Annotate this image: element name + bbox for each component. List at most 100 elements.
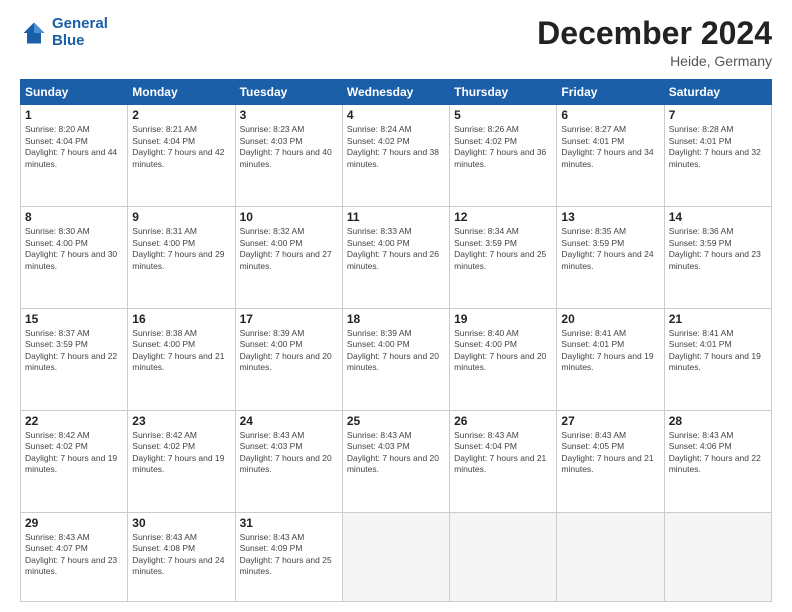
- calendar-cell: 10 Sunrise: 8:32 AMSunset: 4:00 PMDayligh…: [235, 207, 342, 309]
- calendar-cell: 19Sunrise: 8:40 AMSunset: 4:00 PMDayligh…: [450, 309, 557, 411]
- day-detail: Sunrise: 8:33 AMSunset: 4:00 PMDaylight:…: [347, 226, 439, 270]
- day-number: 14: [669, 210, 767, 224]
- day-detail: Sunrise: 8:43 AMSunset: 4:05 PMDaylight:…: [561, 430, 653, 474]
- calendar-cell: 28 Sunrise: 8:43 AMSunset: 4:06 PMDayligh…: [664, 410, 771, 512]
- day-detail: Sunrise: 8:35 AMSunset: 3:59 PMDaylight:…: [561, 226, 653, 270]
- day-number: 3: [240, 108, 338, 122]
- calendar-cell: [342, 512, 449, 601]
- calendar: Sunday Monday Tuesday Wednesday Thursday…: [20, 79, 772, 602]
- day-detail: Sunrise: 8:30 AMSunset: 4:00 PMDaylight:…: [25, 226, 117, 270]
- calendar-cell: 14 Sunrise: 8:36 AMSunset: 3:59 PMDayligh…: [664, 207, 771, 309]
- calendar-cell: 25 Sunrise: 8:43 AMSunset: 4:03 PMDayligh…: [342, 410, 449, 512]
- day-number: 26: [454, 414, 552, 428]
- day-detail: Sunrise: 8:38 AMSunset: 4:00 PMDaylight:…: [132, 328, 224, 372]
- day-detail: Sunrise: 8:28 AMSunset: 4:01 PMDaylight:…: [669, 124, 761, 168]
- day-detail: Sunrise: 8:23 AMSunset: 4:03 PMDaylight:…: [240, 124, 332, 168]
- day-number: 31: [240, 516, 338, 530]
- calendar-cell: 27Sunrise: 8:43 AMSunset: 4:05 PMDayligh…: [557, 410, 664, 512]
- calendar-cell: [557, 512, 664, 601]
- day-number: 5: [454, 108, 552, 122]
- day-detail: Sunrise: 8:42 AMSunset: 4:02 PMDaylight:…: [132, 430, 224, 474]
- day-detail: Sunrise: 8:36 AMSunset: 3:59 PMDaylight:…: [669, 226, 761, 270]
- day-detail: Sunrise: 8:41 AMSunset: 4:01 PMDaylight:…: [561, 328, 653, 372]
- day-number: 12: [454, 210, 552, 224]
- logo-text: General Blue: [52, 16, 108, 49]
- day-detail: Sunrise: 8:26 AMSunset: 4:02 PMDaylight:…: [454, 124, 546, 168]
- month-title: December 2024: [537, 16, 772, 51]
- col-sunday: Sunday: [21, 80, 128, 105]
- calendar-cell: 12Sunrise: 8:34 AMSunset: 3:59 PMDayligh…: [450, 207, 557, 309]
- day-number: 18: [347, 312, 445, 326]
- col-thursday: Thursday: [450, 80, 557, 105]
- calendar-cell: 17Sunrise: 8:39 AMSunset: 4:00 PMDayligh…: [235, 309, 342, 411]
- logo: General Blue: [20, 16, 108, 49]
- day-number: 28: [669, 414, 767, 428]
- day-detail: Sunrise: 8:43 AMSunset: 4:03 PMDaylight:…: [347, 430, 439, 474]
- day-number: 24: [240, 414, 338, 428]
- day-number: 13: [561, 210, 659, 224]
- day-number: 8: [25, 210, 123, 224]
- calendar-cell: 6 Sunrise: 8:27 AMSunset: 4:01 PMDaylight…: [557, 105, 664, 207]
- calendar-cell: 1Sunrise: 8:20 AMSunset: 4:04 PMDaylight…: [21, 105, 128, 207]
- day-number: 30: [132, 516, 230, 530]
- day-detail: Sunrise: 8:39 AMSunset: 4:00 PMDaylight:…: [240, 328, 332, 372]
- day-detail: Sunrise: 8:43 AMSunset: 4:06 PMDaylight:…: [669, 430, 761, 474]
- day-number: 25: [347, 414, 445, 428]
- calendar-cell: [450, 512, 557, 601]
- day-detail: Sunrise: 8:43 AMSunset: 4:08 PMDaylight:…: [132, 532, 224, 576]
- logo-blue: Blue: [52, 32, 85, 49]
- page: General Blue December 2024 Heide, German…: [0, 0, 792, 612]
- calendar-cell: 7 Sunrise: 8:28 AMSunset: 4:01 PMDaylight…: [664, 105, 771, 207]
- day-detail: Sunrise: 8:43 AMSunset: 4:07 PMDaylight:…: [25, 532, 117, 576]
- header: General Blue December 2024 Heide, German…: [20, 16, 772, 69]
- calendar-cell: 13 Sunrise: 8:35 AMSunset: 3:59 PMDayligh…: [557, 207, 664, 309]
- day-number: 20: [561, 312, 659, 326]
- calendar-cell: 29Sunrise: 8:43 AMSunset: 4:07 PMDayligh…: [21, 512, 128, 601]
- calendar-header-row: Sunday Monday Tuesday Wednesday Thursday…: [21, 80, 772, 105]
- day-detail: Sunrise: 8:21 AMSunset: 4:04 PMDaylight:…: [132, 124, 224, 168]
- day-detail: Sunrise: 8:42 AMSunset: 4:02 PMDaylight:…: [25, 430, 117, 474]
- calendar-cell: 11 Sunrise: 8:33 AMSunset: 4:00 PMDayligh…: [342, 207, 449, 309]
- day-number: 6: [561, 108, 659, 122]
- day-detail: Sunrise: 8:27 AMSunset: 4:01 PMDaylight:…: [561, 124, 653, 168]
- calendar-cell: 5 Sunrise: 8:26 AMSunset: 4:02 PMDaylight…: [450, 105, 557, 207]
- day-number: 2: [132, 108, 230, 122]
- calendar-week-4: 22 Sunrise: 8:42 AMSunset: 4:02 PMDayligh…: [21, 410, 772, 512]
- calendar-week-1: 1Sunrise: 8:20 AMSunset: 4:04 PMDaylight…: [21, 105, 772, 207]
- day-detail: Sunrise: 8:41 AMSunset: 4:01 PMDaylight:…: [669, 328, 761, 372]
- day-number: 11: [347, 210, 445, 224]
- day-detail: Sunrise: 8:32 AMSunset: 4:00 PMDaylight:…: [240, 226, 332, 270]
- day-detail: Sunrise: 8:43 AMSunset: 4:04 PMDaylight:…: [454, 430, 546, 474]
- col-tuesday: Tuesday: [235, 80, 342, 105]
- col-friday: Friday: [557, 80, 664, 105]
- calendar-week-2: 8 Sunrise: 8:30 AMSunset: 4:00 PMDaylight…: [21, 207, 772, 309]
- calendar-cell: 4 Sunrise: 8:24 AMSunset: 4:02 PMDaylight…: [342, 105, 449, 207]
- calendar-cell: 20 Sunrise: 8:41 AMSunset: 4:01 PMDayligh…: [557, 309, 664, 411]
- day-detail: Sunrise: 8:20 AMSunset: 4:04 PMDaylight:…: [25, 124, 117, 168]
- day-number: 4: [347, 108, 445, 122]
- title-block: December 2024 Heide, Germany: [537, 16, 772, 69]
- calendar-cell: 23 Sunrise: 8:42 AMSunset: 4:02 PMDayligh…: [128, 410, 235, 512]
- day-detail: Sunrise: 8:43 AMSunset: 4:09 PMDaylight:…: [240, 532, 332, 576]
- calendar-cell: 21Sunrise: 8:41 AMSunset: 4:01 PMDayligh…: [664, 309, 771, 411]
- calendar-cell: 16Sunrise: 8:38 AMSunset: 4:00 PMDayligh…: [128, 309, 235, 411]
- day-number: 7: [669, 108, 767, 122]
- day-detail: Sunrise: 8:24 AMSunset: 4:02 PMDaylight:…: [347, 124, 439, 168]
- day-detail: Sunrise: 8:31 AMSunset: 4:00 PMDaylight:…: [132, 226, 224, 270]
- calendar-cell: 2 Sunrise: 8:21 AMSunset: 4:04 PMDaylight…: [128, 105, 235, 207]
- logo-icon: [20, 19, 48, 47]
- day-number: 22: [25, 414, 123, 428]
- calendar-cell: 15Sunrise: 8:37 AMSunset: 3:59 PMDayligh…: [21, 309, 128, 411]
- logo-general: General: [52, 15, 108, 32]
- calendar-cell: [664, 512, 771, 601]
- calendar-week-3: 15Sunrise: 8:37 AMSunset: 3:59 PMDayligh…: [21, 309, 772, 411]
- day-number: 23: [132, 414, 230, 428]
- day-number: 10: [240, 210, 338, 224]
- calendar-cell: 9Sunrise: 8:31 AMSunset: 4:00 PMDaylight…: [128, 207, 235, 309]
- day-number: 19: [454, 312, 552, 326]
- calendar-cell: 8 Sunrise: 8:30 AMSunset: 4:00 PMDaylight…: [21, 207, 128, 309]
- calendar-week-5: 29Sunrise: 8:43 AMSunset: 4:07 PMDayligh…: [21, 512, 772, 601]
- day-detail: Sunrise: 8:39 AMSunset: 4:00 PMDaylight:…: [347, 328, 439, 372]
- location: Heide, Germany: [537, 53, 772, 69]
- calendar-cell: 31 Sunrise: 8:43 AMSunset: 4:09 PMDayligh…: [235, 512, 342, 601]
